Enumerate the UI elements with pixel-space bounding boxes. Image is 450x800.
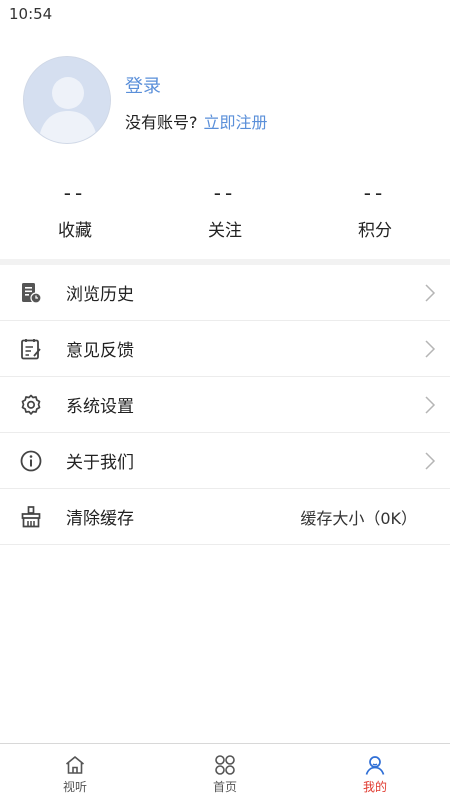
stat-value: --: [63, 181, 87, 205]
stat-value: --: [363, 181, 387, 205]
status-time: 10:54: [9, 5, 53, 23]
bottom-tab-bar: 视听 首页 我的: [0, 743, 450, 800]
settings-menu: 浏览历史 意见反馈 系统设置 关于我们 清除缓存 缓存大小（0K）: [0, 265, 450, 545]
no-account-text: 没有账号?: [125, 113, 198, 132]
grid-icon: [215, 755, 235, 775]
tab-mine[interactable]: 我的: [300, 744, 450, 800]
info-icon: [20, 450, 42, 472]
stat-label: 收藏: [58, 221, 92, 241]
stat-favorites[interactable]: -- 收藏: [0, 178, 150, 258]
chevron-right-icon: [425, 340, 436, 358]
stat-label: 积分: [358, 221, 392, 241]
menu-item-feedback[interactable]: 意见反馈: [0, 321, 450, 377]
chevron-right-icon: [425, 452, 436, 470]
settings-icon: [21, 394, 41, 415]
menu-item-history[interactable]: 浏览历史: [0, 265, 450, 321]
menu-item-settings[interactable]: 系统设置: [0, 377, 450, 433]
register-prompt: 没有账号? 立即注册: [125, 109, 268, 133]
stat-label: 关注: [208, 221, 242, 241]
menu-item-label: 清除缓存: [66, 509, 134, 529]
chevron-right-icon: [425, 284, 436, 302]
tab-label: 首页: [212, 780, 237, 794]
tab-label: 视听: [62, 780, 87, 794]
default-avatar-icon: [24, 57, 110, 143]
profile-header: 登录 没有账号? 立即注册: [0, 28, 450, 168]
menu-item-about[interactable]: 关于我们: [0, 433, 450, 489]
register-link[interactable]: 立即注册: [204, 113, 268, 132]
tab-home[interactable]: 首页: [150, 744, 300, 800]
user-icon: [365, 756, 385, 775]
tab-audiovisual[interactable]: 视听: [0, 744, 150, 800]
chevron-right-icon: [425, 396, 436, 414]
menu-item-label: 意见反馈: [66, 341, 134, 361]
tab-label: 我的: [362, 780, 387, 794]
history-icon: [22, 283, 42, 304]
status-bar: 10:54: [0, 0, 450, 28]
stats-row: -- 收藏 -- 关注 -- 积分: [0, 178, 450, 258]
feedback-icon: [21, 339, 41, 360]
home-icon: [65, 756, 85, 774]
menu-item-label: 系统设置: [66, 397, 134, 417]
stat-following[interactable]: -- 关注: [150, 178, 300, 258]
menu-item-label: 浏览历史: [66, 285, 134, 305]
broom-icon: [21, 506, 41, 528]
avatar[interactable]: [23, 56, 111, 144]
menu-item-label: 关于我们: [66, 453, 134, 473]
menu-item-clear-cache[interactable]: 清除缓存 缓存大小（0K）: [0, 489, 450, 545]
stat-points[interactable]: -- 积分: [300, 178, 450, 258]
login-link[interactable]: 登录: [125, 72, 161, 98]
cache-size-value: 缓存大小（0K）: [300, 508, 417, 528]
stat-value: --: [213, 181, 237, 205]
